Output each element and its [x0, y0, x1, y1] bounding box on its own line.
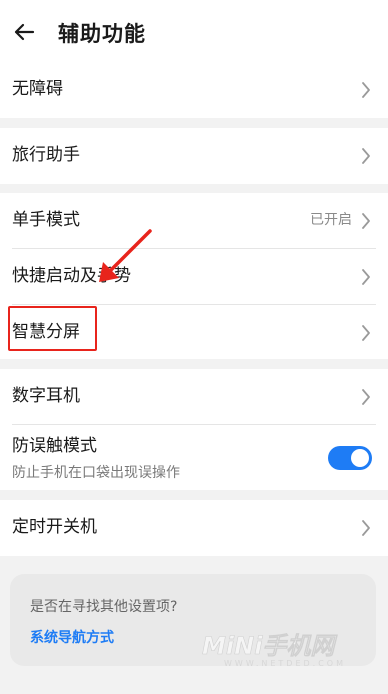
- chevron-right-icon: [362, 325, 370, 341]
- status-value: 已开启: [310, 212, 352, 228]
- title-bar: 辅助功能: [0, 0, 388, 62]
- row-label: 单手模式: [12, 210, 80, 230]
- card-schedule: 定时开关机: [0, 500, 388, 556]
- watermark-logo: MiNi手机网 WWW.NETDED.COM: [202, 632, 346, 668]
- svg-text:MiNi手机网: MiNi手机网: [202, 632, 338, 660]
- row-label: 旅行助手: [12, 145, 80, 165]
- page-title: 辅助功能: [58, 22, 146, 46]
- row-digital-headset[interactable]: 数字耳机: [0, 369, 388, 425]
- row-travel-assistant[interactable]: 旅行助手: [0, 128, 388, 184]
- annotation-highlight-box: [8, 306, 97, 351]
- chevron-right-icon: [362, 213, 370, 229]
- suggestion-title: 是否在寻找其他设置项?: [30, 599, 178, 615]
- annotation-arrow-icon: [99, 229, 152, 282]
- chevron-right-icon: [362, 389, 370, 405]
- svg-text:WWW.NETDED.COM: WWW.NETDED.COM: [224, 659, 346, 668]
- chevron-right-icon: [362, 269, 370, 285]
- row-label: 数字耳机: [12, 386, 80, 406]
- suggestion-link[interactable]: 系统导航方式: [30, 627, 114, 647]
- row-accessibility[interactable]: 无障碍: [0, 62, 388, 118]
- accidental-touch-toggle[interactable]: [328, 446, 372, 470]
- card-accessibility: 无障碍: [0, 62, 388, 118]
- row-one-handed-mode[interactable]: 单手模式 已开启: [0, 193, 388, 249]
- row-label: 定时开关机: [12, 517, 97, 537]
- back-arrow-icon[interactable]: [12, 20, 36, 44]
- chevron-right-icon: [362, 520, 370, 536]
- row-label: 无障碍: [12, 79, 63, 99]
- row-sublabel: 防止手机在口袋出现误操作: [12, 465, 180, 481]
- chevron-right-icon: [362, 148, 370, 164]
- chevron-right-icon: [362, 82, 370, 98]
- row-scheduled-power[interactable]: 定时开关机: [0, 500, 388, 556]
- row-shortcuts-gestures[interactable]: 快捷启动及手势: [0, 249, 388, 305]
- row-label: 防误触模式: [12, 436, 97, 456]
- card-travel: 旅行助手: [0, 128, 388, 184]
- toggle-knob: [351, 449, 369, 467]
